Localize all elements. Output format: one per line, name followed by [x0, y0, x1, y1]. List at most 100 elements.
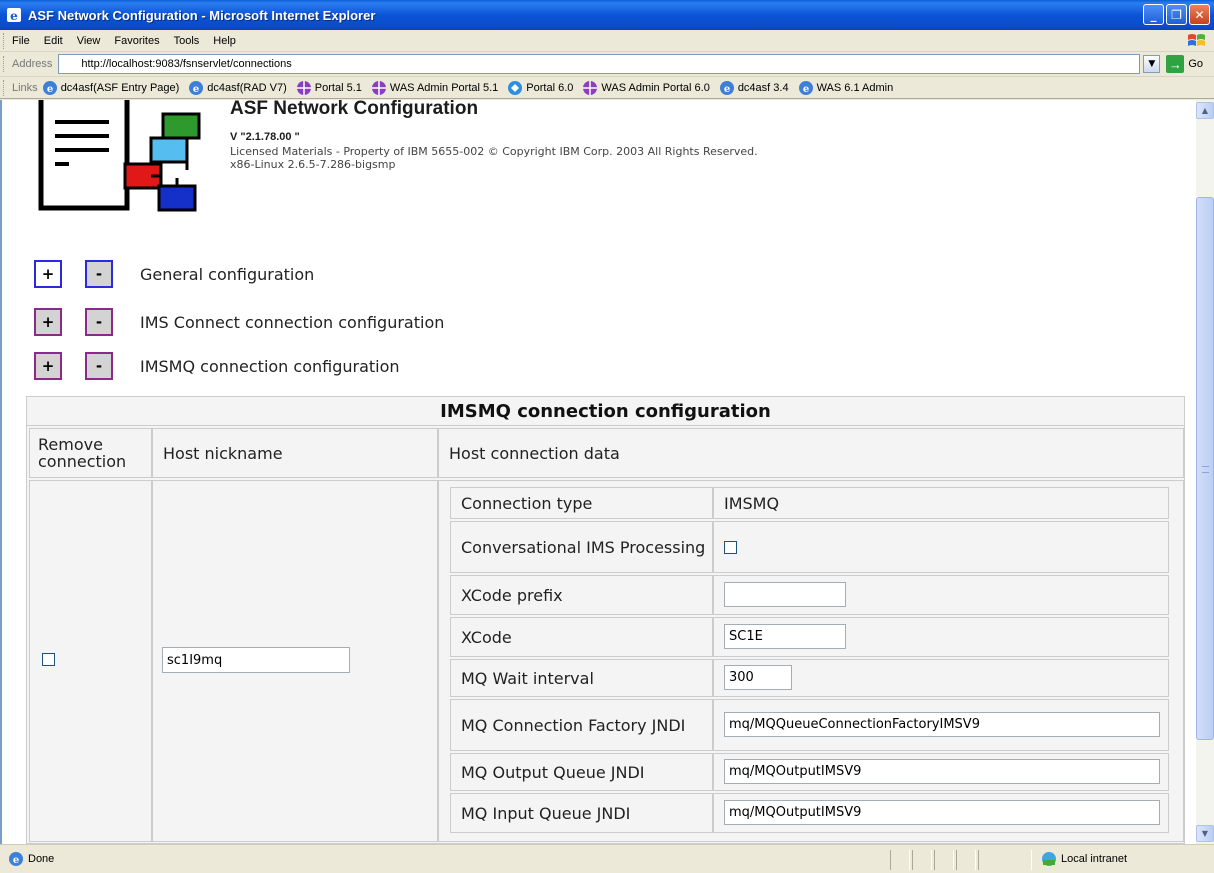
version-label: V "2.1.78.00 " [230, 131, 300, 143]
connection-type-label: Connection type [450, 487, 713, 519]
remove-connection-checkbox[interactable] [42, 653, 55, 666]
portal-globe-icon [371, 80, 386, 95]
scrollbar-thumb[interactable] [1196, 197, 1214, 740]
go-button[interactable]: → Go [1166, 55, 1203, 73]
menu-edit[interactable]: Edit [44, 35, 63, 47]
go-label: Go [1188, 58, 1204, 70]
address-url: http://localhost:9083/fsnservlet/connect… [81, 58, 292, 70]
mq-output-queue-label: MQ Output Queue JNDI [450, 753, 713, 791]
collapse-ims-connect-button[interactable]: - [85, 308, 113, 336]
page-title: ASF Network Configuration [230, 100, 479, 119]
collapse-imsmq-button[interactable]: - [85, 352, 113, 380]
links-label: Links [12, 81, 38, 94]
link-dc4asf-rad[interactable]: e dc4asf(RAD V7) [188, 80, 287, 96]
link-dc4asf-34[interactable]: e dc4asf 3.4 [719, 80, 789, 96]
vertical-scrollbar[interactable]: ▲ ▼ [1196, 100, 1214, 844]
host-nickname-cell: sc1I9mq [152, 480, 438, 842]
link-label: WAS 6.1 Admin [816, 81, 894, 94]
mq-input-queue-cell: mq/MQOutputIMSV9 [713, 793, 1169, 833]
expand-ims-connect-button[interactable]: + [34, 308, 62, 336]
link-dc4asf-entry[interactable]: e dc4asf(ASF Entry Page) [42, 80, 180, 96]
windows-logo-icon [1188, 34, 1205, 46]
link-label: dc4asf 3.4 [737, 81, 789, 94]
close-button[interactable]: ✕ [1189, 4, 1210, 25]
link-label: WAS Admin Portal 5.1 [389, 81, 499, 94]
scroll-up-icon[interactable]: ▲ [1196, 102, 1214, 119]
portal-globe-icon [296, 80, 311, 95]
svg-text:e: e [47, 84, 53, 95]
menu-tools[interactable]: Tools [174, 35, 200, 47]
toolbar-grip[interactable] [3, 32, 6, 49]
address-label: Address [12, 58, 53, 70]
address-input[interactable]: http://localhost:9083/fsnservlet/connect… [58, 54, 1141, 74]
link-label: dc4asf(ASF Entry Page) [60, 81, 180, 94]
restore-button[interactable]: ❐ [1166, 4, 1187, 25]
svg-text:e: e [802, 84, 808, 95]
svg-text:e: e [10, 9, 18, 23]
conversational-ims-label: Conversational IMS Processing [450, 521, 713, 573]
link-label: Portal 5.1 [314, 81, 362, 94]
ie-page-icon: e [189, 80, 204, 95]
asf-logo-icon [38, 100, 201, 212]
mq-connection-factory-cell: mq/MQQueueConnectionFactoryIMSV9 [713, 699, 1169, 751]
xcode-cell: SC1E [713, 617, 1169, 657]
title-bar: e ASF Network Configuration - Microsoft … [0, 0, 1214, 30]
xcode-prefix-cell [713, 575, 1169, 615]
expand-general-button[interactable]: + [34, 260, 62, 288]
section-label: General configuration [140, 264, 315, 284]
host-nickname-input[interactable]: sc1I9mq [162, 647, 350, 673]
xcode-prefix-label: XCode prefix [450, 575, 713, 615]
mq-connection-factory-input[interactable]: mq/MQQueueConnectionFactoryIMSV9 [724, 712, 1160, 737]
link-portal-51[interactable]: Portal 5.1 [296, 80, 362, 96]
window-title: ASF Network Configuration - Microsoft In… [28, 7, 376, 23]
header-remove-connection: Remove connection [29, 428, 152, 478]
section-ims-connect: + - IMS Connect connection configuration [34, 308, 444, 336]
section-imsmq: + - IMSMQ connection configuration [34, 352, 400, 380]
section-label: IMSMQ connection configuration [140, 356, 400, 376]
page-content: ASF Network Configuration V "2.1.78.00 "… [0, 100, 1196, 844]
expand-imsmq-button[interactable]: + [34, 352, 62, 380]
host-connection-data-cell: Connection type IMSMQ Conversational IMS… [438, 480, 1184, 842]
section-label: IMS Connect connection configuration [140, 312, 445, 332]
mq-wait-interval-label: MQ Wait interval [450, 659, 713, 697]
toolbar-grip[interactable] [3, 56, 6, 72]
zone-label: Local intranet [1061, 853, 1128, 865]
link-was-admin-portal-51[interactable]: WAS Admin Portal 5.1 [371, 80, 498, 96]
address-bar: Address http://localhost:9083/fsnservlet… [0, 52, 1214, 77]
mq-input-queue-input[interactable]: mq/MQOutputIMSV9 [724, 800, 1160, 825]
toolbar-grip[interactable] [3, 79, 6, 96]
header-host-nickname: Host nickname [152, 428, 438, 478]
link-portal-60[interactable]: Portal 6.0 [507, 80, 573, 96]
mq-wait-interval-input[interactable]: 300 [724, 665, 792, 690]
scroll-down-icon[interactable]: ▼ [1196, 825, 1214, 842]
address-dropdown-icon[interactable]: ▼ [1143, 55, 1161, 73]
menu-bar: File Edit View Favorites Tools Help [0, 30, 1214, 52]
menu-favorites[interactable]: Favorites [114, 35, 159, 47]
minimize-button[interactable]: _ [1143, 4, 1164, 25]
license-text: Licensed Materials - Property of IBM 565… [230, 145, 758, 158]
conversational-ims-checkbox[interactable] [724, 540, 737, 554]
security-zone: Local intranet [1040, 851, 1127, 867]
portal-globe-icon [583, 80, 598, 95]
menu-help[interactable]: Help [213, 35, 236, 47]
menu-file[interactable]: File [12, 35, 30, 47]
remove-connection-cell [29, 480, 152, 842]
portal-blue-icon [508, 80, 523, 95]
mq-output-queue-input[interactable]: mq/MQOutputIMSV9 [724, 759, 1160, 784]
xcode-label: XCode [450, 617, 713, 657]
table-title: IMSMQ connection configuration [27, 397, 1184, 426]
connection-type-value: IMSMQ [713, 487, 1169, 519]
ie-page-icon: e [798, 80, 813, 95]
svg-text:e: e [193, 84, 199, 95]
platform-text: x86-Linux 2.6.5-7.286-bigsmp [230, 158, 396, 171]
xcode-prefix-input[interactable] [724, 582, 846, 607]
go-arrow-icon: → [1166, 55, 1185, 73]
link-was-admin-portal-60[interactable]: WAS Admin Portal 6.0 [582, 80, 710, 96]
link-was-61-admin[interactable]: e WAS 6.1 Admin [798, 80, 894, 96]
collapse-general-button[interactable]: - [85, 260, 113, 288]
menu-view[interactable]: View [77, 35, 101, 47]
links-bar: Links e dc4asf(ASF Entry Page) e dc4asf(… [0, 77, 1214, 99]
local-intranet-icon [1042, 852, 1056, 866]
xcode-input[interactable]: SC1E [724, 624, 846, 649]
ie-page-icon: e [42, 80, 57, 95]
